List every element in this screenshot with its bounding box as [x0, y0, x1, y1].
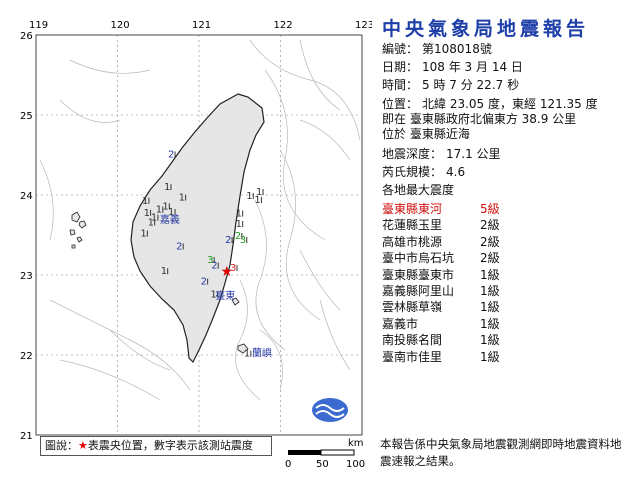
report-depth: 地震深度： 17.1 公里	[382, 147, 501, 161]
intensity-row: 臺東縣臺東市 1級	[382, 268, 622, 283]
intensity-row: 高雄市桃源 2級	[382, 235, 622, 250]
intensity-level: 1級	[480, 316, 500, 331]
station-intensity-label: 3	[240, 235, 246, 246]
station-intensity-label: 1	[156, 205, 162, 216]
lat-tick-label: 24	[20, 191, 33, 202]
report-location: 位置： 北緯 23.05 度，東經 121.35 度	[382, 97, 598, 111]
report-title: 中央氣象局地震報告	[382, 18, 590, 40]
map-legend: 圖說：★表震央位置，數字表示該測站震度	[40, 436, 272, 456]
station-intensity-label: 1	[244, 349, 250, 360]
taiwan-map: ★222222333111 1 111 11 111111111嘉義臺東蘭嶼 119 12…	[20, 20, 372, 470]
legend-star-icon: ★	[78, 439, 88, 452]
intensity-level: 2級	[480, 251, 500, 266]
station-intensity-label: 1	[164, 182, 170, 193]
station-intensity-label: 3	[230, 263, 236, 274]
intensity-level: 1級	[480, 267, 500, 282]
report-magnitude: 芮氏規模： 4.6	[382, 165, 466, 179]
scale-unit: km	[348, 438, 364, 449]
station-intensity-label: 1	[140, 229, 146, 240]
legend-text: 表震央位置，數字表示該測站震度	[87, 439, 253, 452]
station-intensity-label: 1	[236, 219, 242, 230]
intensity-row: 南投縣名間 1級	[382, 333, 622, 348]
place-label: 蘭嶼	[252, 347, 272, 360]
station-intensity-label: 2	[201, 277, 207, 288]
station-intensity-label: 1	[161, 266, 167, 277]
intensity-level: 2級	[480, 218, 500, 233]
station-intensity-label: 2	[176, 241, 182, 252]
station-intensity-label: 1	[179, 193, 185, 204]
intensity-station: 臺中市烏石坑	[382, 251, 455, 266]
intensity-row: 臺南市佳里 1級	[382, 350, 622, 365]
intensity-station: 南投縣名間	[382, 333, 443, 348]
report-footnote: 本報告係中央氣象局地震觀測網即時地震資料地震速報之結果。	[380, 437, 622, 468]
lat-tick-label: 26	[20, 31, 33, 42]
intensity-station: 臺東縣臺東市	[382, 267, 455, 282]
intensity-level: 5級	[480, 202, 500, 216]
station-intensity-label: 1	[236, 209, 242, 220]
lon-tick-label: 123	[355, 20, 372, 31]
station-intensity-label: 1	[142, 196, 148, 207]
intensity-row: 花蓮縣玉里 2級	[382, 218, 622, 233]
report-location-line3: 位於 臺東縣近海	[382, 127, 470, 141]
lon-tick-label: 119	[29, 20, 48, 31]
report-location-line2: 即在 臺東縣政府北偏東方 38.9 公里	[382, 112, 577, 126]
intensity-header: 各地最大震度	[382, 183, 455, 197]
intensity-station: 高雄市桃源	[382, 234, 443, 249]
lon-tick-label: 122	[274, 20, 293, 31]
intensity-station: 嘉義市	[382, 316, 419, 331]
scale-tick: 0	[285, 459, 291, 470]
place-label: 嘉義	[160, 213, 180, 226]
lon-tick-label: 120	[111, 20, 130, 31]
station-intensity-label: 2	[225, 235, 231, 246]
station-intensity-label: 3	[207, 255, 213, 266]
lat-tick-label: 23	[20, 271, 33, 282]
place-label: 臺東	[215, 289, 235, 302]
intensity-station: 花蓮縣玉里	[382, 218, 443, 233]
intensity-level: 2級	[480, 234, 500, 249]
station-intensity-label: 2	[168, 149, 174, 160]
station-intensity-label: 1	[246, 191, 252, 202]
legend-prefix: 圖說：	[45, 439, 78, 452]
intensity-level: 1級	[480, 300, 500, 315]
report-time: 時間： 5 時 7 分 22.7 秒	[382, 78, 520, 92]
station-intensity-label: 1	[256, 187, 262, 198]
station-intensity-label: 1	[148, 217, 154, 228]
intensity-row: 嘉義縣阿里山 1級	[382, 284, 622, 299]
cwb-logo	[312, 398, 348, 422]
intensity-station: 臺東縣東河	[382, 202, 443, 216]
intensity-level: 1級	[480, 333, 500, 348]
report-date: 日期： 108 年 3 月 14 日	[382, 60, 523, 74]
scale-tick: 100	[346, 459, 365, 470]
lat-tick-label: 21	[20, 431, 33, 442]
map-panel: ★ 2 2 2 2 2 2 3 3 3 1 1 1 1 1 1 1 1 1 1 1 1 1 1 1 1 1 1 嘉義 臺東 蘭嶼 119 12…	[0, 0, 372, 479]
intensity-station: 嘉義縣阿里山	[382, 284, 455, 298]
lat-tick-label: 25	[20, 111, 33, 122]
lat-tick-label: 22	[20, 351, 33, 362]
intensity-station: 臺南市佳里	[382, 349, 443, 364]
scale-bar: km 0 50 100	[285, 438, 365, 470]
report-number: 編號： 第108018號	[382, 42, 492, 56]
intensity-row: 嘉義市 1級	[382, 317, 622, 332]
scale-tick: 50	[316, 459, 329, 470]
intensity-row: 臺東縣東河 5級	[382, 202, 622, 217]
intensity-row: 臺中市烏石坑 2級	[382, 251, 622, 266]
intensity-level: 1級	[480, 349, 500, 364]
intensity-level: 1級	[480, 284, 500, 298]
report-panel: 中央氣象局地震報告 編號： 第108018號 日期： 108 年 3 月 14 日 …	[374, 0, 637, 479]
intensity-station: 雲林縣草嶺	[382, 300, 443, 315]
intensity-row: 雲林縣草嶺 1級	[382, 300, 622, 315]
lon-tick-label: 121	[192, 20, 211, 31]
